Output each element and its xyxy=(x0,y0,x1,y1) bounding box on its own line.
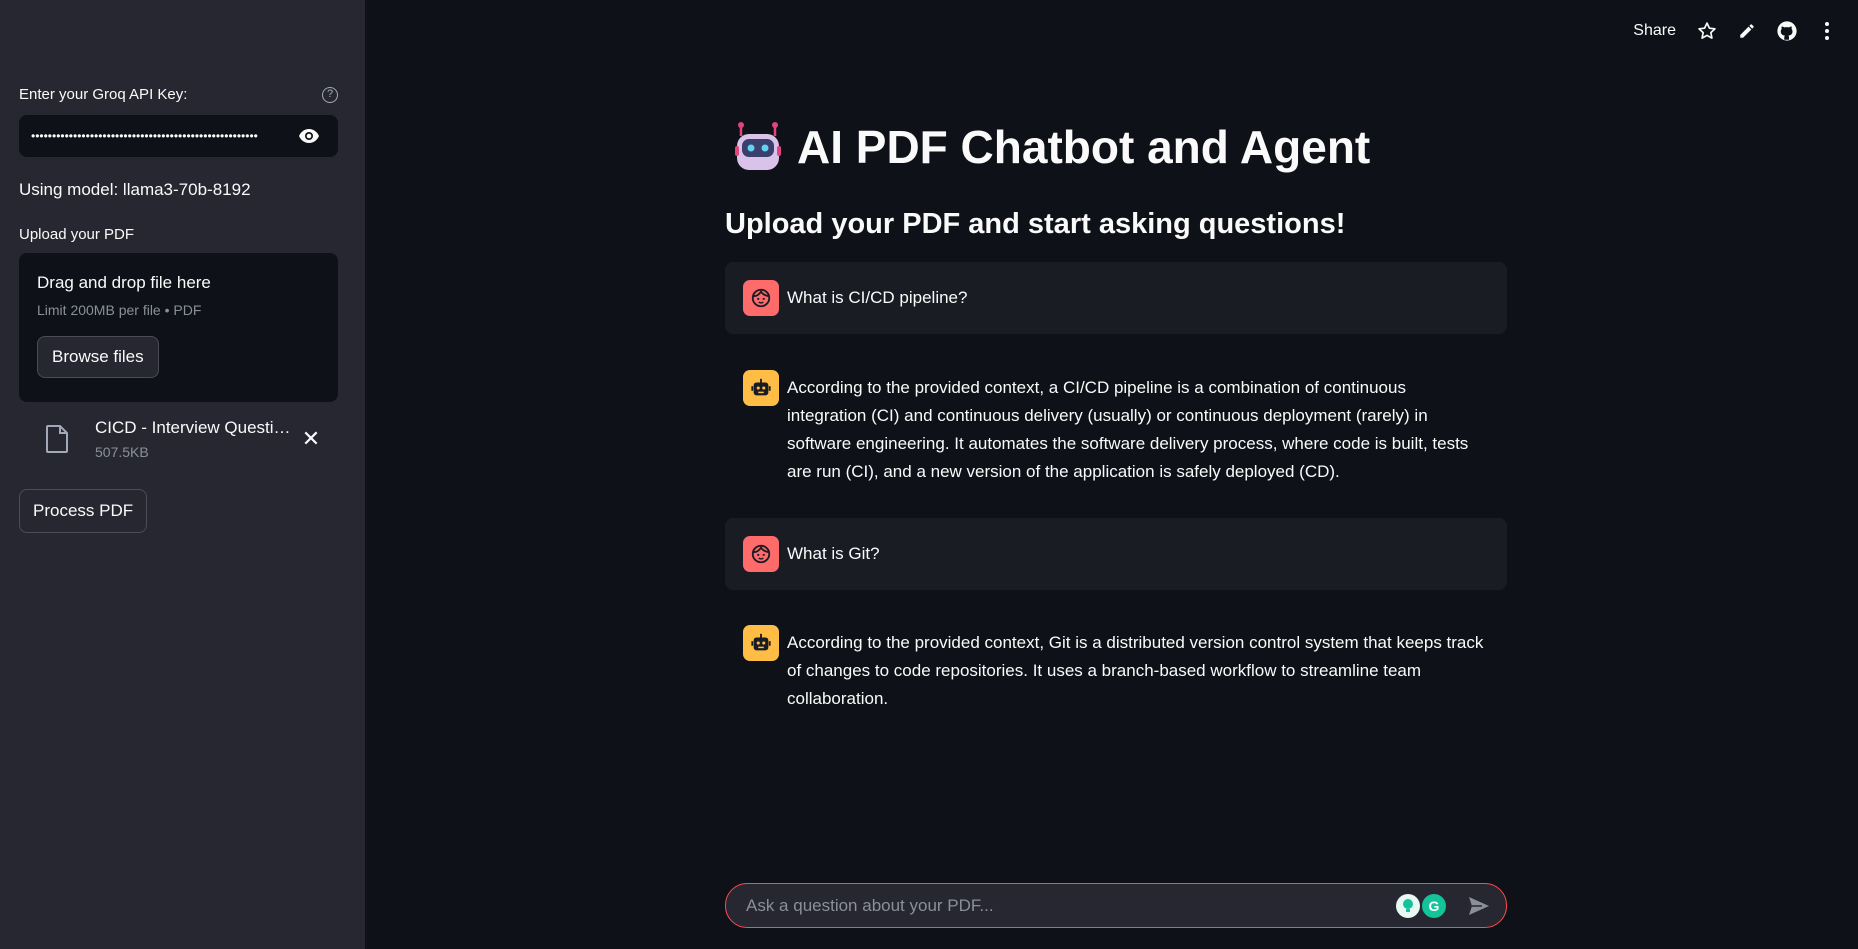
grammarly-icon[interactable]: G xyxy=(1422,893,1446,918)
top-toolbar: Share xyxy=(1633,18,1840,44)
dropzone-title: Drag and drop file here xyxy=(37,273,211,292)
message-text: What is Git? xyxy=(787,544,880,563)
api-key-input[interactable]: ••••••••••••••••••••••••••••••••••••••••… xyxy=(19,115,338,157)
more-menu-icon[interactable] xyxy=(1814,18,1840,44)
page-title: AI PDF Chatbot and Agent xyxy=(731,120,1370,174)
dropzone-limit-text: Limit 200MB per file • PDF xyxy=(37,302,202,318)
api-key-label: Enter your Groq API Key: xyxy=(19,86,188,103)
page-subtitle: Upload your PDF and start asking questio… xyxy=(725,208,1346,240)
file-name: CICD - Interview Questions.pdf xyxy=(95,418,295,437)
file-icon xyxy=(37,425,77,453)
upload-label: Upload your PDF xyxy=(19,226,135,243)
lightbulb-icon[interactable] xyxy=(1396,893,1420,918)
message-text: According to the provided context, a CI/… xyxy=(787,378,1469,481)
assistant-robot-avatar-icon xyxy=(743,625,779,661)
sidebar: Enter your Groq API Key: ? •••••••••••••… xyxy=(0,0,365,949)
github-icon[interactable] xyxy=(1774,18,1800,44)
chat-message-assistant: According to the provided context, Git i… xyxy=(725,607,1507,731)
star-icon[interactable] xyxy=(1694,18,1720,44)
assistant-robot-avatar-icon xyxy=(743,370,779,406)
edit-pencil-icon[interactable] xyxy=(1734,18,1760,44)
chat-message-user: What is Git? xyxy=(725,518,1507,590)
chat-input[interactable] xyxy=(744,894,1396,917)
user-avatar-icon xyxy=(743,536,779,572)
browse-files-button[interactable]: Browse files xyxy=(37,336,159,378)
chat-message-user: What is CI/CD pipeline? xyxy=(725,262,1507,334)
chat-input-bar: G xyxy=(725,883,1507,928)
remove-file-close-icon[interactable]: ✕ xyxy=(296,426,326,452)
robot-emoji-icon xyxy=(735,122,781,170)
grammarly-widget[interactable]: G xyxy=(1396,893,1446,918)
page-title-text: AI PDF Chatbot and Agent xyxy=(797,121,1371,173)
model-info-text: Using model: llama3-70b-8192 xyxy=(19,180,251,199)
message-text: What is CI/CD pipeline? xyxy=(787,288,968,307)
message-text: According to the provided context, Git i… xyxy=(787,633,1484,708)
uploaded-file-row: CICD - Interview Questions.pdf 507.5KB ✕ xyxy=(19,411,338,467)
help-icon[interactable]: ? xyxy=(322,87,338,103)
share-button[interactable]: Share xyxy=(1633,22,1676,40)
show-password-eye-icon[interactable] xyxy=(292,125,326,147)
file-size: 507.5KB xyxy=(95,444,149,460)
file-dropzone[interactable]: Drag and drop file here Limit 200MB per … xyxy=(19,253,338,402)
chat-message-assistant: According to the provided context, a CI/… xyxy=(725,352,1507,504)
process-pdf-button[interactable]: Process PDF xyxy=(19,489,148,533)
api-key-value[interactable]: ••••••••••••••••••••••••••••••••••••••••… xyxy=(31,129,292,143)
user-avatar-icon xyxy=(743,280,779,316)
send-icon[interactable] xyxy=(1466,893,1492,919)
